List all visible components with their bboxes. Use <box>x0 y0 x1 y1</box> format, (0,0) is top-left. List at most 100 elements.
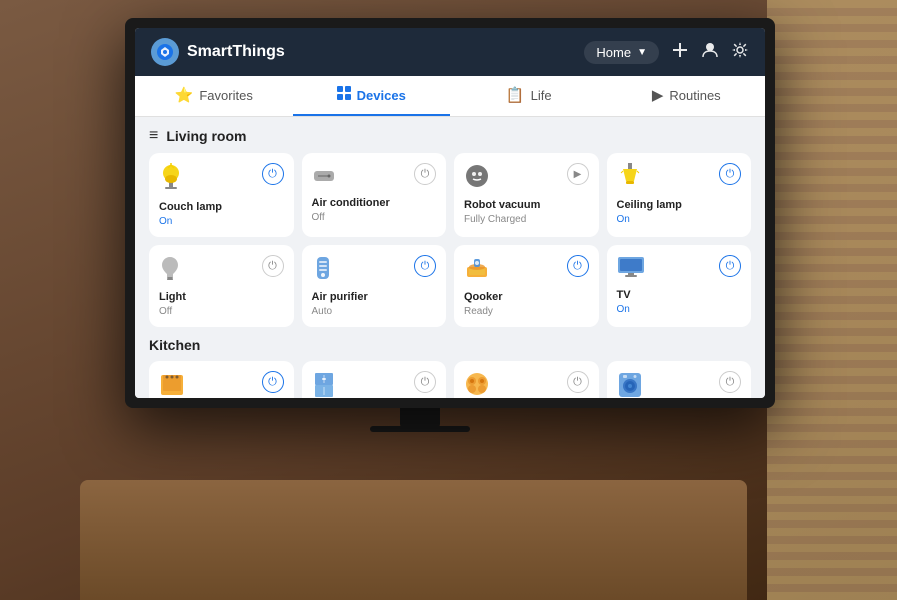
home-selector[interactable]: Home ▼ <box>584 41 659 64</box>
devices-icon <box>337 86 351 104</box>
qooker-status: Ready <box>464 306 589 317</box>
user-button[interactable] <box>701 41 719 64</box>
light-power-btn[interactable]: ⏻ <box>262 255 284 277</box>
couch-lamp-name: Couch lamp <box>159 201 284 214</box>
tab-routines-label: Routines <box>669 88 720 103</box>
tab-favorites-label: Favorites <box>199 88 252 103</box>
menu-icon[interactable]: ≡ <box>149 127 158 145</box>
tv-name: TV <box>617 289 742 302</box>
couch-lamp-status: On <box>159 216 284 227</box>
dining-table <box>80 480 747 600</box>
tab-favorites[interactable]: ⭐ Favorites <box>135 76 293 116</box>
ceiling-lamp-power-btn[interactable]: ⏻ <box>719 163 741 185</box>
robot-vacuum-icon <box>464 163 490 193</box>
tv-stand-base <box>370 426 470 432</box>
tv-stand <box>400 408 440 428</box>
ceiling-lamp-status: On <box>617 214 742 225</box>
device-card-robot-vacuum[interactable]: ▶ Robot vacuum Fully Charged <box>454 153 599 237</box>
air-purifier-name: Air purifier <box>312 291 437 304</box>
device-card-ceiling-lamp[interactable]: ⏻ Ceiling lamp On <box>607 153 752 237</box>
main-content: ≡ Living room <box>135 117 765 398</box>
light-icon <box>159 255 181 285</box>
card-top: ⏻ <box>312 255 437 285</box>
device-card-oven[interactable]: ⏻ Oven <box>149 361 294 398</box>
oven-power-btn[interactable]: ⏻ <box>262 371 284 393</box>
device-card-tv[interactable]: ⏻ TV On <box>607 245 752 327</box>
card-top: ⏻ <box>312 163 437 191</box>
qooktop-power-btn[interactable]: ⏻ <box>567 371 589 393</box>
app-name: SmartThings <box>187 43 285 61</box>
living-room-title: Living room <box>166 128 246 144</box>
couch-lamp-icon <box>159 163 183 195</box>
card-top: ⏻ <box>159 371 284 398</box>
device-card-air-conditioner[interactable]: ⏻ Air conditioner Off <box>302 153 447 237</box>
ceiling-lamp-icon <box>617 163 643 193</box>
card-top: ⏻ <box>464 371 589 398</box>
device-card-washer[interactable]: ⏻ Washer <box>607 361 752 398</box>
device-card-qooktop[interactable]: ⏻ Qooktop <box>454 361 599 398</box>
air-conditioner-name: Air conditioner <box>312 197 437 210</box>
card-top: ⏻ <box>617 371 742 398</box>
tv-power-btn[interactable]: ⏻ <box>719 255 741 277</box>
logo-area: SmartThings <box>151 38 285 66</box>
settings-button[interactable] <box>731 41 749 64</box>
tab-life[interactable]: 📋 Life <box>450 76 608 116</box>
kitchen-section: Kitchen <box>149 337 751 398</box>
tv-card-icon <box>617 255 645 283</box>
routines-icon: ▶ <box>652 86 664 104</box>
device-card-couch-lamp[interactable]: ⏻ Couch lamp On <box>149 153 294 237</box>
washer-power-btn[interactable]: ⏻ <box>719 371 741 393</box>
home-label: Home <box>596 45 631 60</box>
life-icon: 📋 <box>506 86 525 104</box>
favorites-icon: ⭐ <box>175 86 194 104</box>
nav-tabs: ⭐ Favorites Devices 📋 Life <box>135 76 765 117</box>
air-conditioner-power-btn[interactable]: ⏻ <box>414 163 436 185</box>
kitchen-title: Kitchen <box>149 337 200 353</box>
device-card-light[interactable]: ⏻ Light Off <box>149 245 294 327</box>
air-purifier-icon <box>312 255 334 285</box>
light-status: Off <box>159 306 284 317</box>
card-top: ⏻ <box>617 255 742 283</box>
robot-vacuum-name: Robot vacuum <box>464 199 589 212</box>
header-icons <box>671 41 749 64</box>
kitchen-grid: ⏻ Oven <box>149 361 751 398</box>
living-room-header: ≡ Living room <box>149 127 751 145</box>
device-card-qooker[interactable]: ⏻ Qooker Ready <box>454 245 599 327</box>
app-logo-icon <box>151 38 179 66</box>
qooker-power-btn[interactable]: ⏻ <box>567 255 589 277</box>
refrigerator-icon <box>312 371 336 398</box>
card-top: ⏻ <box>617 163 742 193</box>
card-top: ⏻ <box>312 371 437 398</box>
device-card-refrigerator[interactable]: ⏻ Refrigerator <box>302 361 447 398</box>
card-top: ⏻ <box>159 163 284 195</box>
air-purifier-status: Auto <box>312 306 437 317</box>
tab-devices[interactable]: Devices <box>293 76 451 116</box>
tv-frame: SmartThings Home ▼ <box>125 18 775 408</box>
couch-lamp-power-btn[interactable]: ⏻ <box>262 163 284 185</box>
air-conditioner-status: Off <box>312 212 437 223</box>
tab-routines[interactable]: ▶ Routines <box>608 76 766 116</box>
qooktop-icon <box>464 371 490 398</box>
tab-life-label: Life <box>531 88 552 103</box>
light-name: Light <box>159 291 284 304</box>
kitchen-header: Kitchen <box>149 337 751 353</box>
app-header: SmartThings Home ▼ <box>135 28 765 76</box>
window-blinds <box>767 0 897 600</box>
card-top: ⏻ <box>159 255 284 285</box>
tab-devices-label: Devices <box>357 88 406 103</box>
air-purifier-power-btn[interactable]: ⏻ <box>414 255 436 277</box>
air-conditioner-icon <box>312 163 336 191</box>
chevron-down-icon: ▼ <box>637 47 647 58</box>
device-card-air-purifier[interactable]: ⏻ Air purifier Auto <box>302 245 447 327</box>
robot-vacuum-play-btn[interactable]: ▶ <box>567 163 589 185</box>
qooker-icon <box>464 255 490 285</box>
living-room-grid: ⏻ Couch lamp On <box>149 153 751 327</box>
refrigerator-power-btn[interactable]: ⏻ <box>414 371 436 393</box>
card-top: ⏻ <box>464 255 589 285</box>
qooker-name: Qooker <box>464 291 589 304</box>
add-button[interactable] <box>671 41 689 64</box>
tv-status: On <box>617 304 742 315</box>
oven-icon <box>159 371 185 398</box>
card-top: ▶ <box>464 163 589 193</box>
tv-screen: SmartThings Home ▼ <box>135 28 765 398</box>
